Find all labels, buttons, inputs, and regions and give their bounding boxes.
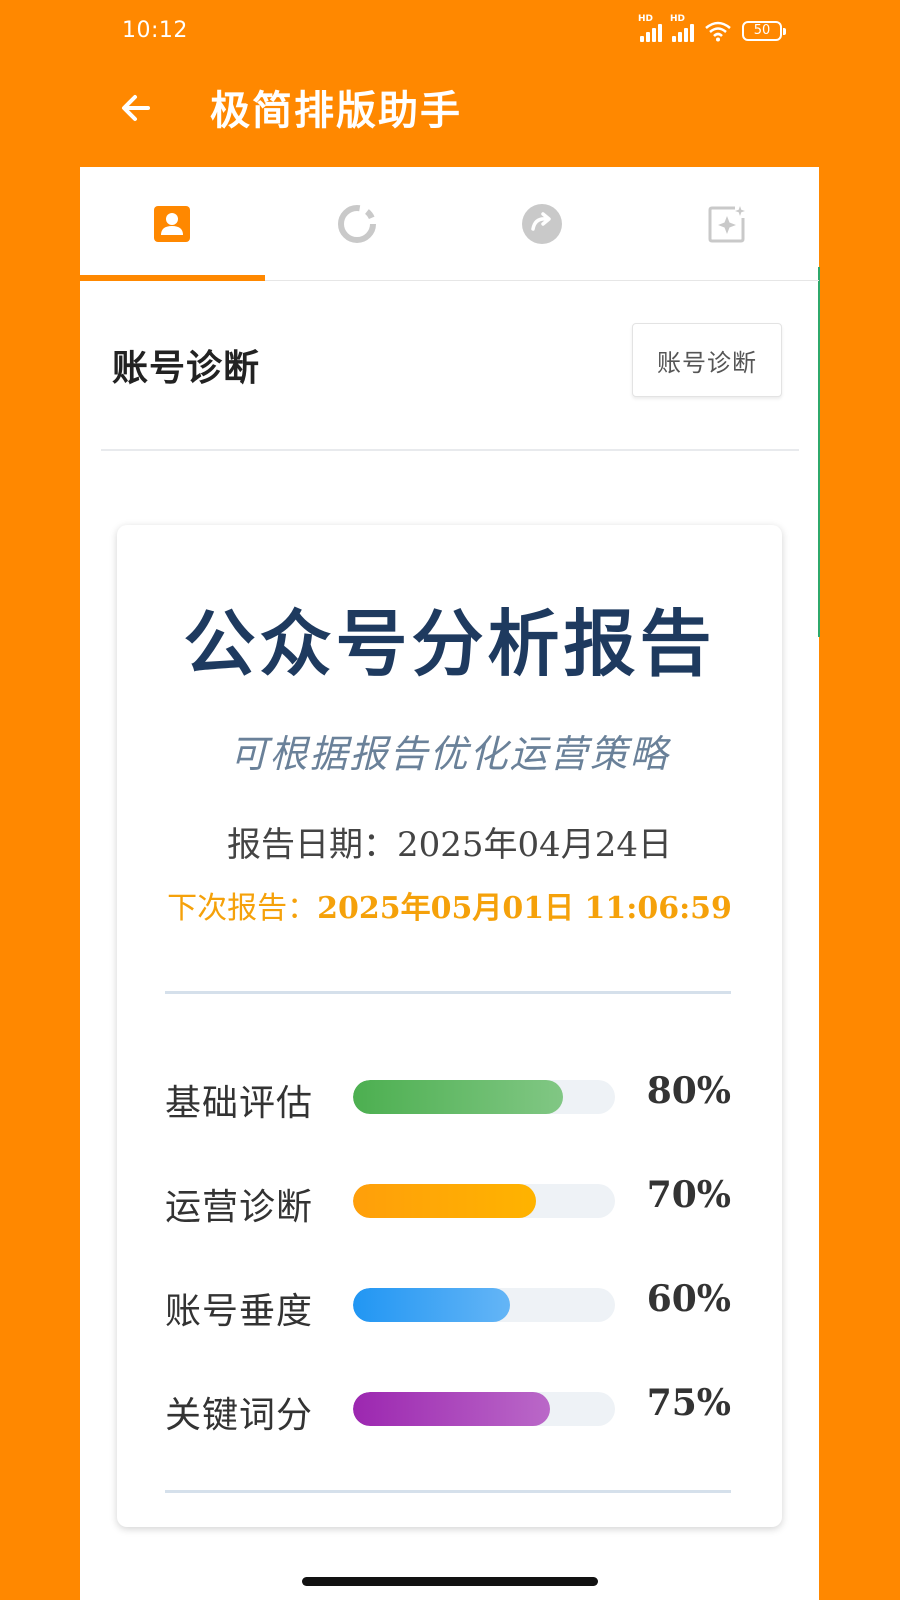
sparkle-image-icon [708,205,745,242]
report-date: 报告日期：2025年04月24日 [117,817,782,866]
metric-label: 基础评估 [165,1083,314,1124]
status-bar: 10:12 HD HD 50 [0,0,900,64]
account-diagnosis-button[interactable]: 账号诊断 [632,323,782,397]
tab-bar [80,167,819,281]
metric-progress-fill [353,1392,550,1426]
metric-value: 75% [646,1382,731,1424]
app-bar: 极简排版助手 [0,64,900,164]
metric-row: 关键词分 75% [165,1380,731,1440]
redo-circle-icon [521,203,562,244]
app-title: 极简排版助手 [210,88,462,134]
next-report-value: 2025年05月01日 11:06:59 [317,891,732,926]
card-divider [165,991,731,994]
tab-redo[interactable] [450,167,635,280]
metric-row: 基础评估 80% [165,1068,731,1128]
tab-account[interactable] [80,167,265,281]
section-title: 账号诊断 [112,348,261,389]
tab-ai[interactable] [634,167,819,280]
report-subtitle: 可根据报告优化运营策略 [229,732,670,776]
arrow-left-icon [122,95,150,121]
signal-icon: HD [670,14,694,42]
signal-icon: HD [638,14,662,42]
metric-label: 账号垂度 [165,1291,314,1332]
metric-value: 60% [646,1278,731,1320]
metric-value: 80% [646,1070,731,1112]
report-title: 公众号分析报告 [183,601,716,686]
back-button[interactable] [112,84,160,132]
main-panel: 账号诊断 账号诊断 公众号分析报告 可根据报告优化运营策略 报告日期：2025年… [80,167,820,1600]
section-divider [101,449,799,451]
status-time: 10:12 [122,18,188,43]
metric-progress-fill [353,1184,537,1218]
tab-progress[interactable] [265,167,450,280]
metric-label: 运营诊断 [165,1187,314,1228]
metric-value: 70% [646,1174,731,1216]
battery-icon: 50 [742,21,786,41]
metric-progress-track [353,1184,615,1218]
metric-progress-track [353,1080,615,1114]
report-card: 公众号分析报告 可根据报告优化运营策略 报告日期：2025年04月24日 下次报… [117,525,782,1527]
metric-progress-fill [353,1288,511,1322]
metric-row: 账号垂度 60% [165,1276,731,1336]
metric-label: 关键词分 [165,1395,314,1436]
report-date-label: 报告日期： [226,825,397,865]
metric-progress-track [353,1288,615,1322]
user-card-icon [154,205,191,242]
home-indicator[interactable] [302,1577,598,1586]
loading-ring-icon [338,204,377,243]
next-report-label: 下次报告： [167,891,318,926]
wifi-icon [705,21,731,42]
report-date-value: 2025年04月24日 [396,825,673,865]
metric-row: 运营诊断 70% [165,1172,731,1232]
section-header: 账号诊断 账号诊断 [80,281,819,451]
status-icons: HD HD 50 [638,14,786,42]
card-divider [165,1490,731,1493]
next-report: 下次报告：2025年05月01日 11:06:59 [117,883,782,927]
metric-progress-fill [353,1080,563,1114]
metric-progress-track [353,1392,615,1426]
